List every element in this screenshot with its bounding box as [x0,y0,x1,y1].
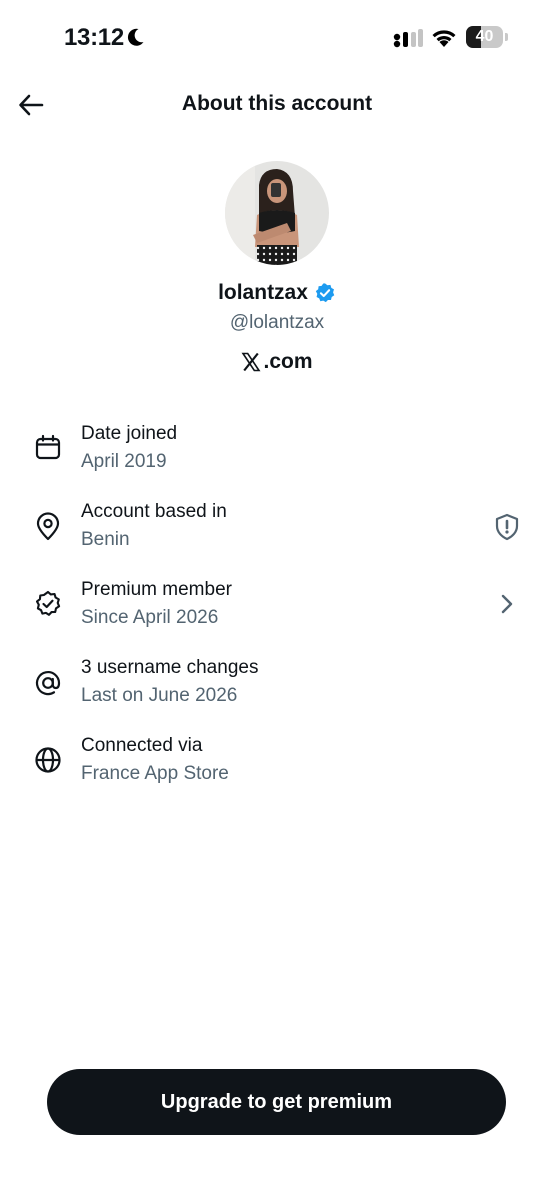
page-title: About this account [181,92,373,115]
info-username-changes: 3 username changes Last on June 2026 [0,657,554,727]
info-title: Account based in [81,501,227,522]
user-handle: @lolantzax [229,312,325,333]
cellular-signal-icon [393,29,423,48]
x-com-label: .com [0,350,554,374]
info-connected-via: Connected via France App Store [0,735,554,805]
display-name-row: lolantzax [0,281,554,305]
info-subtitle: Benin [81,529,130,550]
at-sign-icon [35,671,61,696]
display-name: lolantzax [218,281,308,304]
info-title: Date joined [81,423,178,444]
info-title: Connected via [81,735,203,756]
x-com-text: .com [263,350,313,373]
wifi-icon [432,30,456,47]
battery-level: 40 [475,28,494,45]
status-bar: 13:12 40 [0,0,554,76]
info-title: Premium member [81,579,232,600]
info-date-joined: Date joined April 2019 [0,423,554,493]
shield-alert-icon[interactable] [492,512,522,542]
info-premium-member[interactable]: Premium member Since April 2026 [0,579,554,649]
chevron-right-icon[interactable] [492,589,522,619]
calendar-icon [35,434,61,460]
location-pin-icon [36,512,60,541]
info-title: 3 username changes [81,657,259,678]
info-subtitle: France App Store [81,763,229,784]
info-subtitle: Since April 2026 [81,607,219,628]
info-account-location: Account based in Benin [0,501,554,571]
battery-icon: 40 [466,26,508,48]
verified-badge-outline-icon [35,590,61,616]
status-time: 13:12 [64,24,124,51]
about-account-screen: 13:12 40 About this account lolantzax @l… [0,0,554,1200]
moon-icon [127,28,144,46]
avatar [225,161,329,265]
info-subtitle: April 2019 [81,451,167,472]
info-subtitle: Last on June 2026 [81,685,238,706]
upgrade-premium-button[interactable]: Upgrade to get premium [47,1069,506,1135]
globe-icon [35,747,61,773]
verified-badge-icon [315,283,335,303]
x-logo-icon [241,352,261,372]
